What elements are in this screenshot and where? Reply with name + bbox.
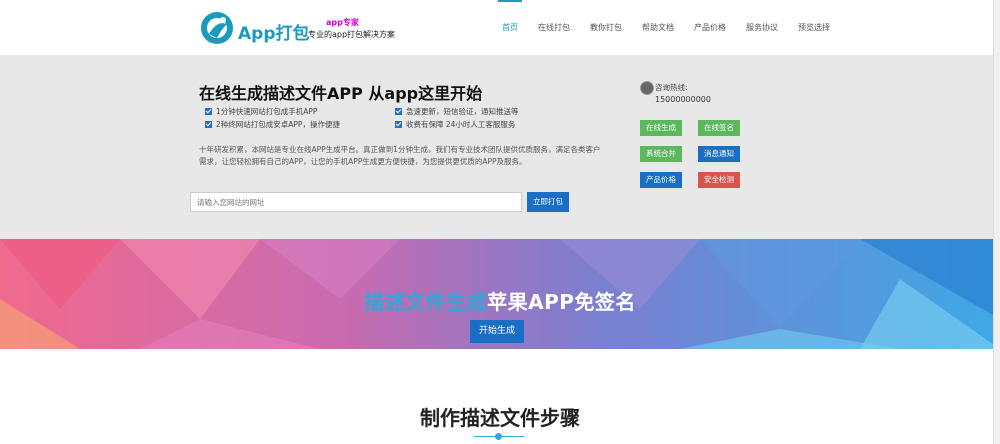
contact-label: 咨询热线: xyxy=(655,83,688,92)
checkbox-icon xyxy=(395,108,402,115)
security-check-button[interactable]: 安全检测 xyxy=(698,172,740,188)
hero-title: 在线生成描述文件APP 从app这里开始 xyxy=(199,84,483,103)
checkbox-icon xyxy=(205,108,212,115)
nav-item-agreement[interactable]: 服务协议 xyxy=(736,0,788,55)
feature-item: 2种终网站打包成安卓APP，操作便捷 xyxy=(205,119,340,130)
feature-text: 1分钟快速网站打包成手机APP xyxy=(216,107,318,116)
tagline-bottom: 专业的app打包解决方案 xyxy=(308,30,396,39)
feature-item: 1分钟快速网站打包成手机APP xyxy=(205,106,317,117)
feature-text: 急速更新，短信验证，通知推送等 xyxy=(406,107,519,116)
nav-item-online-pack[interactable]: 在线打包 xyxy=(528,0,580,55)
nav-item-help[interactable]: 帮助文档 xyxy=(632,0,684,55)
nav-item-pricing[interactable]: 产品价格 xyxy=(684,0,736,55)
banner-title-part1: 描述文件生成 xyxy=(364,290,488,314)
brand-name[interactable]: App打包 xyxy=(238,19,310,44)
top-header: App打包 app专家 专业的app打包解决方案 首页 在线打包 教你打包 帮助… xyxy=(0,0,1000,56)
system-merge-button[interactable]: 系统合并 xyxy=(640,146,682,162)
notification-button[interactable]: 消息通知 xyxy=(698,146,740,162)
nav-item-tutorial[interactable]: 教你打包 xyxy=(580,0,632,55)
banner-title: 描述文件生成苹果APP免签名 xyxy=(0,286,1000,315)
checkbox-icon xyxy=(205,121,212,128)
tagline-top: app专家 xyxy=(326,18,359,27)
feature-item: 收费有保障 24小时人工客服服务 xyxy=(395,119,515,130)
feature-text: 2种终网站打包成安卓APP，操作便捷 xyxy=(216,120,340,129)
vertical-scrollbar[interactable] xyxy=(993,0,1000,444)
nav-item-preview[interactable]: 预览选择 xyxy=(788,0,840,55)
hero-description: 十年研发积累，本网站是专业在线APP生成平台。真正做到1分钟生成，我们有专业技术… xyxy=(199,145,601,166)
pack-now-button[interactable]: 立即打包 xyxy=(527,192,569,212)
avatar xyxy=(640,81,654,95)
title-dot-icon xyxy=(495,433,502,440)
online-generate-button[interactable]: 在线生成 xyxy=(640,120,682,136)
checkbox-icon xyxy=(395,121,402,128)
feature-text: 收费有保障 24小时人工客服服务 xyxy=(406,120,516,129)
promo-banner: 描述文件生成苹果APP免签名 开始生成 xyxy=(0,239,1000,349)
feature-item: 急速更新，短信验证，通知推送等 xyxy=(395,106,519,117)
contact-phone: 15000000000 xyxy=(655,95,711,104)
start-generate-button[interactable]: 开始生成 xyxy=(470,320,524,343)
website-url-input[interactable] xyxy=(190,192,522,212)
online-sign-button[interactable]: 在线签名 xyxy=(698,120,740,136)
pricing-button[interactable]: 产品价格 xyxy=(640,172,682,188)
main-nav: 首页 在线打包 教你打包 帮助文档 产品价格 服务协议 预览选择 xyxy=(492,0,840,55)
steps-section-title: 制作描述文件步骤 xyxy=(420,406,580,430)
hero-section: 在线生成描述文件APP 从app这里开始 1分钟快速网站打包成手机APP 2种终… xyxy=(0,56,1000,239)
nav-item-home[interactable]: 首页 xyxy=(492,0,528,55)
brand-logo-icon[interactable] xyxy=(199,10,235,46)
banner-title-part2: 苹果APP免签名 xyxy=(487,290,636,314)
